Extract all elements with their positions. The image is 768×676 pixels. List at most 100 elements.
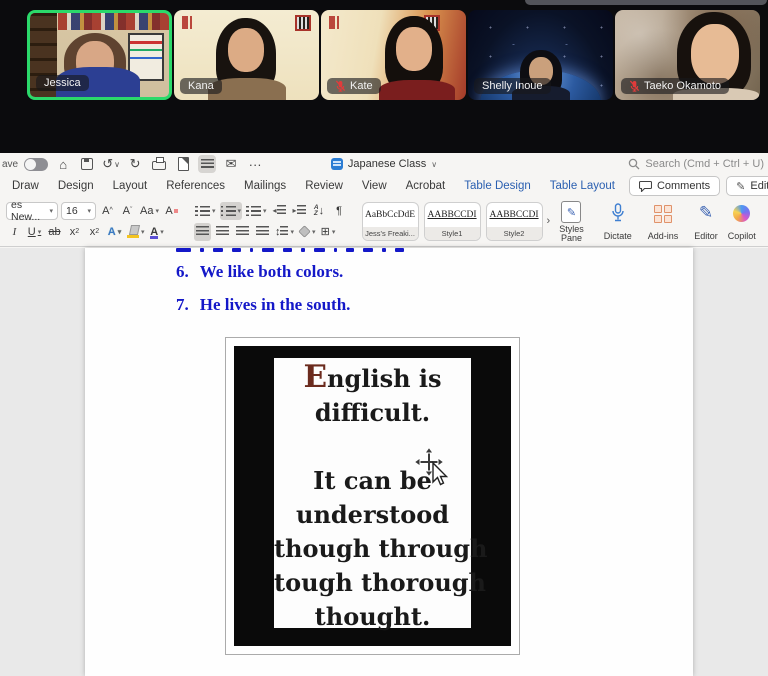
- ribbon-tab[interactable]: Draw: [12, 180, 39, 192]
- list-item-text: We like both colors.: [200, 262, 344, 281]
- clipped-text-fragment: [382, 248, 386, 252]
- share-mail-icon[interactable]: ✉: [222, 155, 240, 173]
- text-effects-icon[interactable]: A▾: [106, 223, 123, 241]
- increase-indent-icon[interactable]: ▸: [291, 202, 308, 220]
- undo-icon[interactable]: ↺∨: [102, 155, 120, 173]
- ribbon-tab[interactable]: References: [166, 180, 225, 192]
- home-icon[interactable]: ⌂: [54, 155, 72, 173]
- ribbon-tab[interactable]: Design: [58, 180, 94, 192]
- change-case-icon[interactable]: Aa▾: [139, 202, 160, 220]
- comments-label: Comments: [657, 180, 710, 192]
- style-card[interactable]: AABBCCDI Style2: [486, 202, 543, 241]
- style-preview: AaBbCcDdE: [363, 203, 418, 227]
- video-tile[interactable]: Shelly Inoue: [468, 10, 613, 100]
- borders-icon[interactable]: ⊞▾: [320, 223, 337, 241]
- ribbon-tab[interactable]: Mailings: [244, 180, 286, 192]
- style-card[interactable]: AaBbCcDdE Jess's Freaki...: [362, 202, 419, 241]
- video-tile[interactable]: Taeko Okamoto: [615, 10, 760, 100]
- video-tile[interactable]: Jessica: [27, 10, 172, 100]
- clipped-text-fragment: [363, 248, 373, 252]
- autosave-toggle[interactable]: [24, 158, 48, 171]
- word-document-icon: [331, 158, 343, 170]
- style-card[interactable]: AABBCCDI Style1: [424, 202, 481, 241]
- align-center-icon[interactable]: [214, 223, 231, 241]
- participant-name: Taeko Okamoto: [644, 80, 721, 92]
- ribbon: es New...▾ 16▾ A^ Aˇ Aa▾ A I U▾ ab x2 x2: [0, 197, 768, 247]
- ribbon-tab[interactable]: View: [362, 180, 387, 192]
- font-name-select[interactable]: es New...▾: [6, 202, 58, 220]
- participant-tiles: Jessica: [27, 10, 760, 100]
- clipped-text-fragment: [232, 248, 241, 252]
- strikethrough-icon[interactable]: ab: [46, 223, 63, 241]
- justify-icon[interactable]: [254, 223, 271, 241]
- list-item-text: He lives in the south.: [200, 295, 351, 314]
- underline-icon[interactable]: U▾: [26, 223, 43, 241]
- ribbon-tab[interactable]: Layout: [113, 180, 148, 192]
- italic-icon[interactable]: I: [6, 223, 23, 241]
- clipped-text-fragment: [346, 248, 354, 252]
- clear-formatting-icon[interactable]: A: [163, 202, 180, 220]
- highlight-color-icon[interactable]: ▾: [126, 223, 146, 241]
- pilcrow-icon[interactable]: ¶: [331, 202, 348, 220]
- comments-button[interactable]: Comments: [629, 176, 720, 196]
- superscript-icon[interactable]: x2: [86, 223, 103, 241]
- ornate-dropcap: E: [303, 359, 327, 395]
- image-black-border: English is difficult.It can beunderstood…: [234, 346, 511, 646]
- add-ins-button[interactable]: Add-ins: [643, 200, 684, 242]
- ribbon-tab[interactable]: Table Layout: [550, 180, 615, 192]
- view-mode-icon[interactable]: [198, 155, 216, 173]
- multilevel-list-icon[interactable]: ▾: [245, 202, 268, 220]
- dictate-button[interactable]: Dictate: [599, 200, 637, 242]
- document-title[interactable]: Japanese Class: [348, 158, 426, 170]
- shading-icon[interactable]: ▾: [298, 223, 317, 241]
- shrink-font-icon[interactable]: Aˇ: [119, 202, 136, 220]
- subscript-icon[interactable]: x2: [66, 223, 83, 241]
- participant-face: [396, 27, 432, 71]
- line-spacing-icon[interactable]: ↕▾: [274, 223, 295, 241]
- editing-button[interactable]: ✎ Editing: [726, 176, 768, 196]
- top-action-buttons: Comments ✎ Editing: [629, 176, 768, 196]
- sort-icon[interactable]: AZ↓: [311, 202, 328, 220]
- floating-toolbar-remnant: [525, 0, 767, 5]
- image-text-line: thought.: [274, 600, 471, 634]
- numbered-list-icon[interactable]: ▾: [220, 202, 243, 220]
- redo-icon[interactable]: ↻: [126, 155, 144, 173]
- more-commands-icon[interactable]: ···: [246, 155, 264, 173]
- video-tile[interactable]: Kate: [321, 10, 466, 100]
- tile-background-layer: [182, 16, 204, 29]
- save-icon[interactable]: [78, 155, 96, 173]
- list-item-number: 7.: [176, 295, 189, 314]
- ribbon-tab[interactable]: Review: [305, 180, 343, 192]
- muted-mic-icon: [629, 80, 640, 92]
- tile-background-layer: [329, 16, 351, 29]
- tile-background-layer: [58, 13, 169, 30]
- new-document-icon[interactable]: [174, 155, 192, 173]
- title-chevron-icon[interactable]: ∨: [431, 160, 437, 169]
- embedded-image[interactable]: English is difficult.It can beunderstood…: [225, 337, 520, 655]
- tab-list: Draw Design Layout References Mailings Review…: [12, 180, 615, 192]
- video-tile[interactable]: Kana: [174, 10, 319, 100]
- styles-expander-icon[interactable]: ›: [547, 215, 551, 227]
- image-text-line: tough thorough: [274, 566, 471, 600]
- participant-face: [228, 28, 264, 72]
- bullet-list-icon[interactable]: ▾: [194, 202, 217, 220]
- participant-name: Kana: [188, 80, 214, 92]
- editor-button[interactable]: ✎ Editor: [689, 200, 723, 242]
- align-right-icon[interactable]: [234, 223, 251, 241]
- list-item: 7. He lives in the south.: [176, 295, 350, 315]
- grow-font-icon[interactable]: A^: [99, 202, 116, 220]
- styles-pane-button[interactable]: ✎ StylesPane: [554, 198, 589, 244]
- align-left-icon[interactable]: [194, 223, 211, 241]
- pencil-icon: ✎: [736, 180, 745, 193]
- font-size-select[interactable]: 16▾: [61, 202, 96, 220]
- search-box[interactable]: Search (Cmd + Ctrl + U): [628, 153, 764, 175]
- decrease-indent-icon[interactable]: ◂: [271, 202, 288, 220]
- font-color-icon[interactable]: A▾: [149, 223, 166, 241]
- ribbon-tab[interactable]: Table Design: [464, 180, 530, 192]
- copilot-button[interactable]: Copilot: [723, 200, 761, 242]
- clipped-text-fragment: [250, 248, 253, 252]
- print-icon[interactable]: [150, 155, 168, 173]
- ribbon-tab[interactable]: Acrobat: [406, 180, 446, 192]
- add-ins-icon: [654, 205, 672, 223]
- quick-access-toolbar: ave ⌂ ↺∨ ↻ ✉ ··· Japanese Class ∨ Searc: [0, 153, 768, 175]
